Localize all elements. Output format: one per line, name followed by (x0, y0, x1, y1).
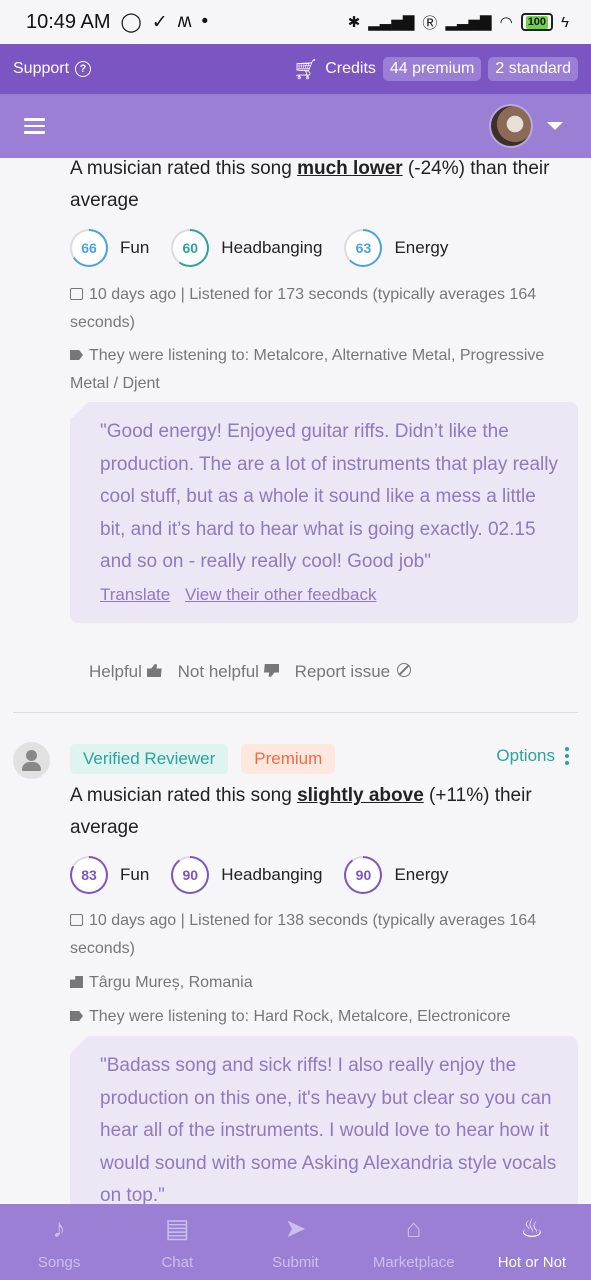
tag-icon (70, 1011, 83, 1021)
support-label: Support (13, 60, 70, 77)
chevron-down-icon[interactable] (547, 122, 563, 130)
score-ring: 66 (70, 229, 108, 267)
standard-credits-badge[interactable]: 2 standard (488, 57, 578, 81)
feedback-quote: "Badass song and sick riffs! I also real… (70, 1036, 578, 1204)
rating-comparison: slightly above (297, 785, 424, 806)
support-link[interactable]: Support ? (13, 60, 92, 78)
signal-icon-2: ▂▃▅▇ (445, 14, 492, 31)
listen-info: 10 days ago | Listened for 138 seconds (… (70, 912, 537, 957)
account-menu[interactable] (489, 104, 563, 148)
top-bar: Support ? 🛒︎ Credits 44 premium 2 standa… (0, 44, 591, 94)
roaming-icon: Ⓡ (422, 14, 438, 32)
score-headbanging: 90 Headbanging (171, 856, 322, 894)
store-icon: ⌂ (405, 1212, 422, 1243)
score-ring: 63 (344, 229, 383, 267)
chat-icon: ▤ (165, 1212, 190, 1243)
review-headline: A musician rated this song much lower (-… (70, 158, 550, 211)
score-energy: 63 Energy (344, 229, 448, 267)
location-info: Târgu Mureș, Romania (70, 969, 580, 997)
review-headline: A musician rated this song slightly abov… (70, 785, 532, 838)
reviews-list[interactable]: A musician rated this song much lower (-… (0, 158, 591, 1204)
nav-songs[interactable]: ♪ Songs (0, 1204, 118, 1280)
score-headbanging: 60 Headbanging (171, 229, 322, 267)
battery-icon: 100 (520, 13, 554, 31)
credits-label: Credits (325, 60, 376, 77)
divider (13, 712, 578, 713)
score-row: 66 Fun 60 Headbanging 63 Energy (70, 229, 470, 267)
feedback-actions: Helpful Not helpful Report issue (89, 662, 411, 682)
menu-icon[interactable] (24, 118, 45, 134)
calendar-icon (70, 288, 83, 300)
options-button[interactable]: Options (496, 746, 569, 766)
rating-comparison: much lower (297, 158, 403, 179)
verified-reviewer-badge: Verified Reviewer (70, 744, 229, 774)
flame-icon: ♨ (520, 1212, 544, 1243)
feedback-quote: "Good energy! Enjoyed guitar riffs. Didn… (70, 402, 578, 623)
nav-hot-or-not[interactable]: ♨ Hot or Not (473, 1204, 591, 1280)
premium-credits-badge[interactable]: 44 premium (382, 57, 482, 81)
score-energy: 90 Energy (344, 856, 448, 894)
calendar-icon (70, 914, 83, 926)
genres-info: They were listening to: Hard Rock, Metal… (70, 1003, 580, 1031)
block-icon (396, 663, 411, 677)
thumb-up-icon (146, 664, 162, 677)
wifi-icon: ◠ (499, 14, 513, 31)
nav-bar (0, 94, 591, 158)
genres-info: They were listening to: Metalcore, Alter… (70, 347, 545, 392)
not-helpful-button[interactable]: Not helpful (178, 662, 287, 682)
listen-info: 10 days ago | Listened for 173 seconds (… (70, 286, 537, 331)
nav-marketplace[interactable]: ⌂ Marketplace (355, 1204, 473, 1280)
score-ring: 60 (171, 229, 210, 267)
score-ring: 90 (171, 856, 210, 894)
status-bar: 10:49 AM ◯ ✓ ʍ • ✱ ▂▃▅▇ Ⓡ ▂▃▅▇ ◠ 100 ϟ (0, 0, 591, 44)
whatsapp-icon: ◯ (120, 11, 142, 33)
bottom-navigation: ♪ Songs ▤ Chat ➤ Submit ⌂ Marketplace ♨ Hot o… (0, 1204, 591, 1280)
check-icon: ✓ (151, 11, 168, 33)
translate-link[interactable]: Translate (100, 585, 170, 604)
nav-chat[interactable]: ▤ Chat (118, 1204, 236, 1280)
premium-badge: Premium (241, 744, 336, 774)
more-vert-icon (565, 747, 569, 765)
avatar[interactable] (489, 104, 533, 148)
score-fun: 83 Fun (70, 856, 149, 894)
score-ring: 90 (344, 856, 383, 894)
charging-icon: ϟ (561, 13, 569, 31)
city-icon (70, 976, 83, 988)
score-ring: 83 (70, 856, 108, 894)
helpful-button[interactable]: Helpful (89, 662, 170, 682)
report-issue-button[interactable]: Report issue (295, 662, 411, 682)
reviewer-badges: Verified Reviewer Premium (70, 744, 336, 774)
dot-icon: • (201, 11, 209, 32)
app-logo-icon: ʍ (177, 11, 192, 32)
signal-icon: ▂▃▅▇ (368, 14, 415, 31)
other-feedback-link[interactable]: View their other feedback (185, 585, 377, 604)
cart-icon: 🛒︎ (292, 58, 319, 81)
nav-submit[interactable]: ➤ Submit (236, 1204, 354, 1280)
reviewer-avatar (13, 742, 50, 779)
clock: 10:49 AM (26, 10, 111, 33)
score-row: 83 Fun 90 Headbanging 90 Energy (70, 856, 470, 894)
send-icon: ➤ (284, 1212, 307, 1243)
thumb-down-icon (264, 664, 279, 677)
music-note-icon: ♪ (52, 1212, 66, 1243)
tag-icon (70, 350, 83, 360)
score-fun: 66 Fun (70, 229, 149, 267)
help-icon: ? (75, 61, 92, 77)
bluetooth-icon: ✱ (347, 14, 361, 31)
credits-area[interactable]: 🛒︎ Credits 44 premium 2 standard (293, 57, 578, 82)
